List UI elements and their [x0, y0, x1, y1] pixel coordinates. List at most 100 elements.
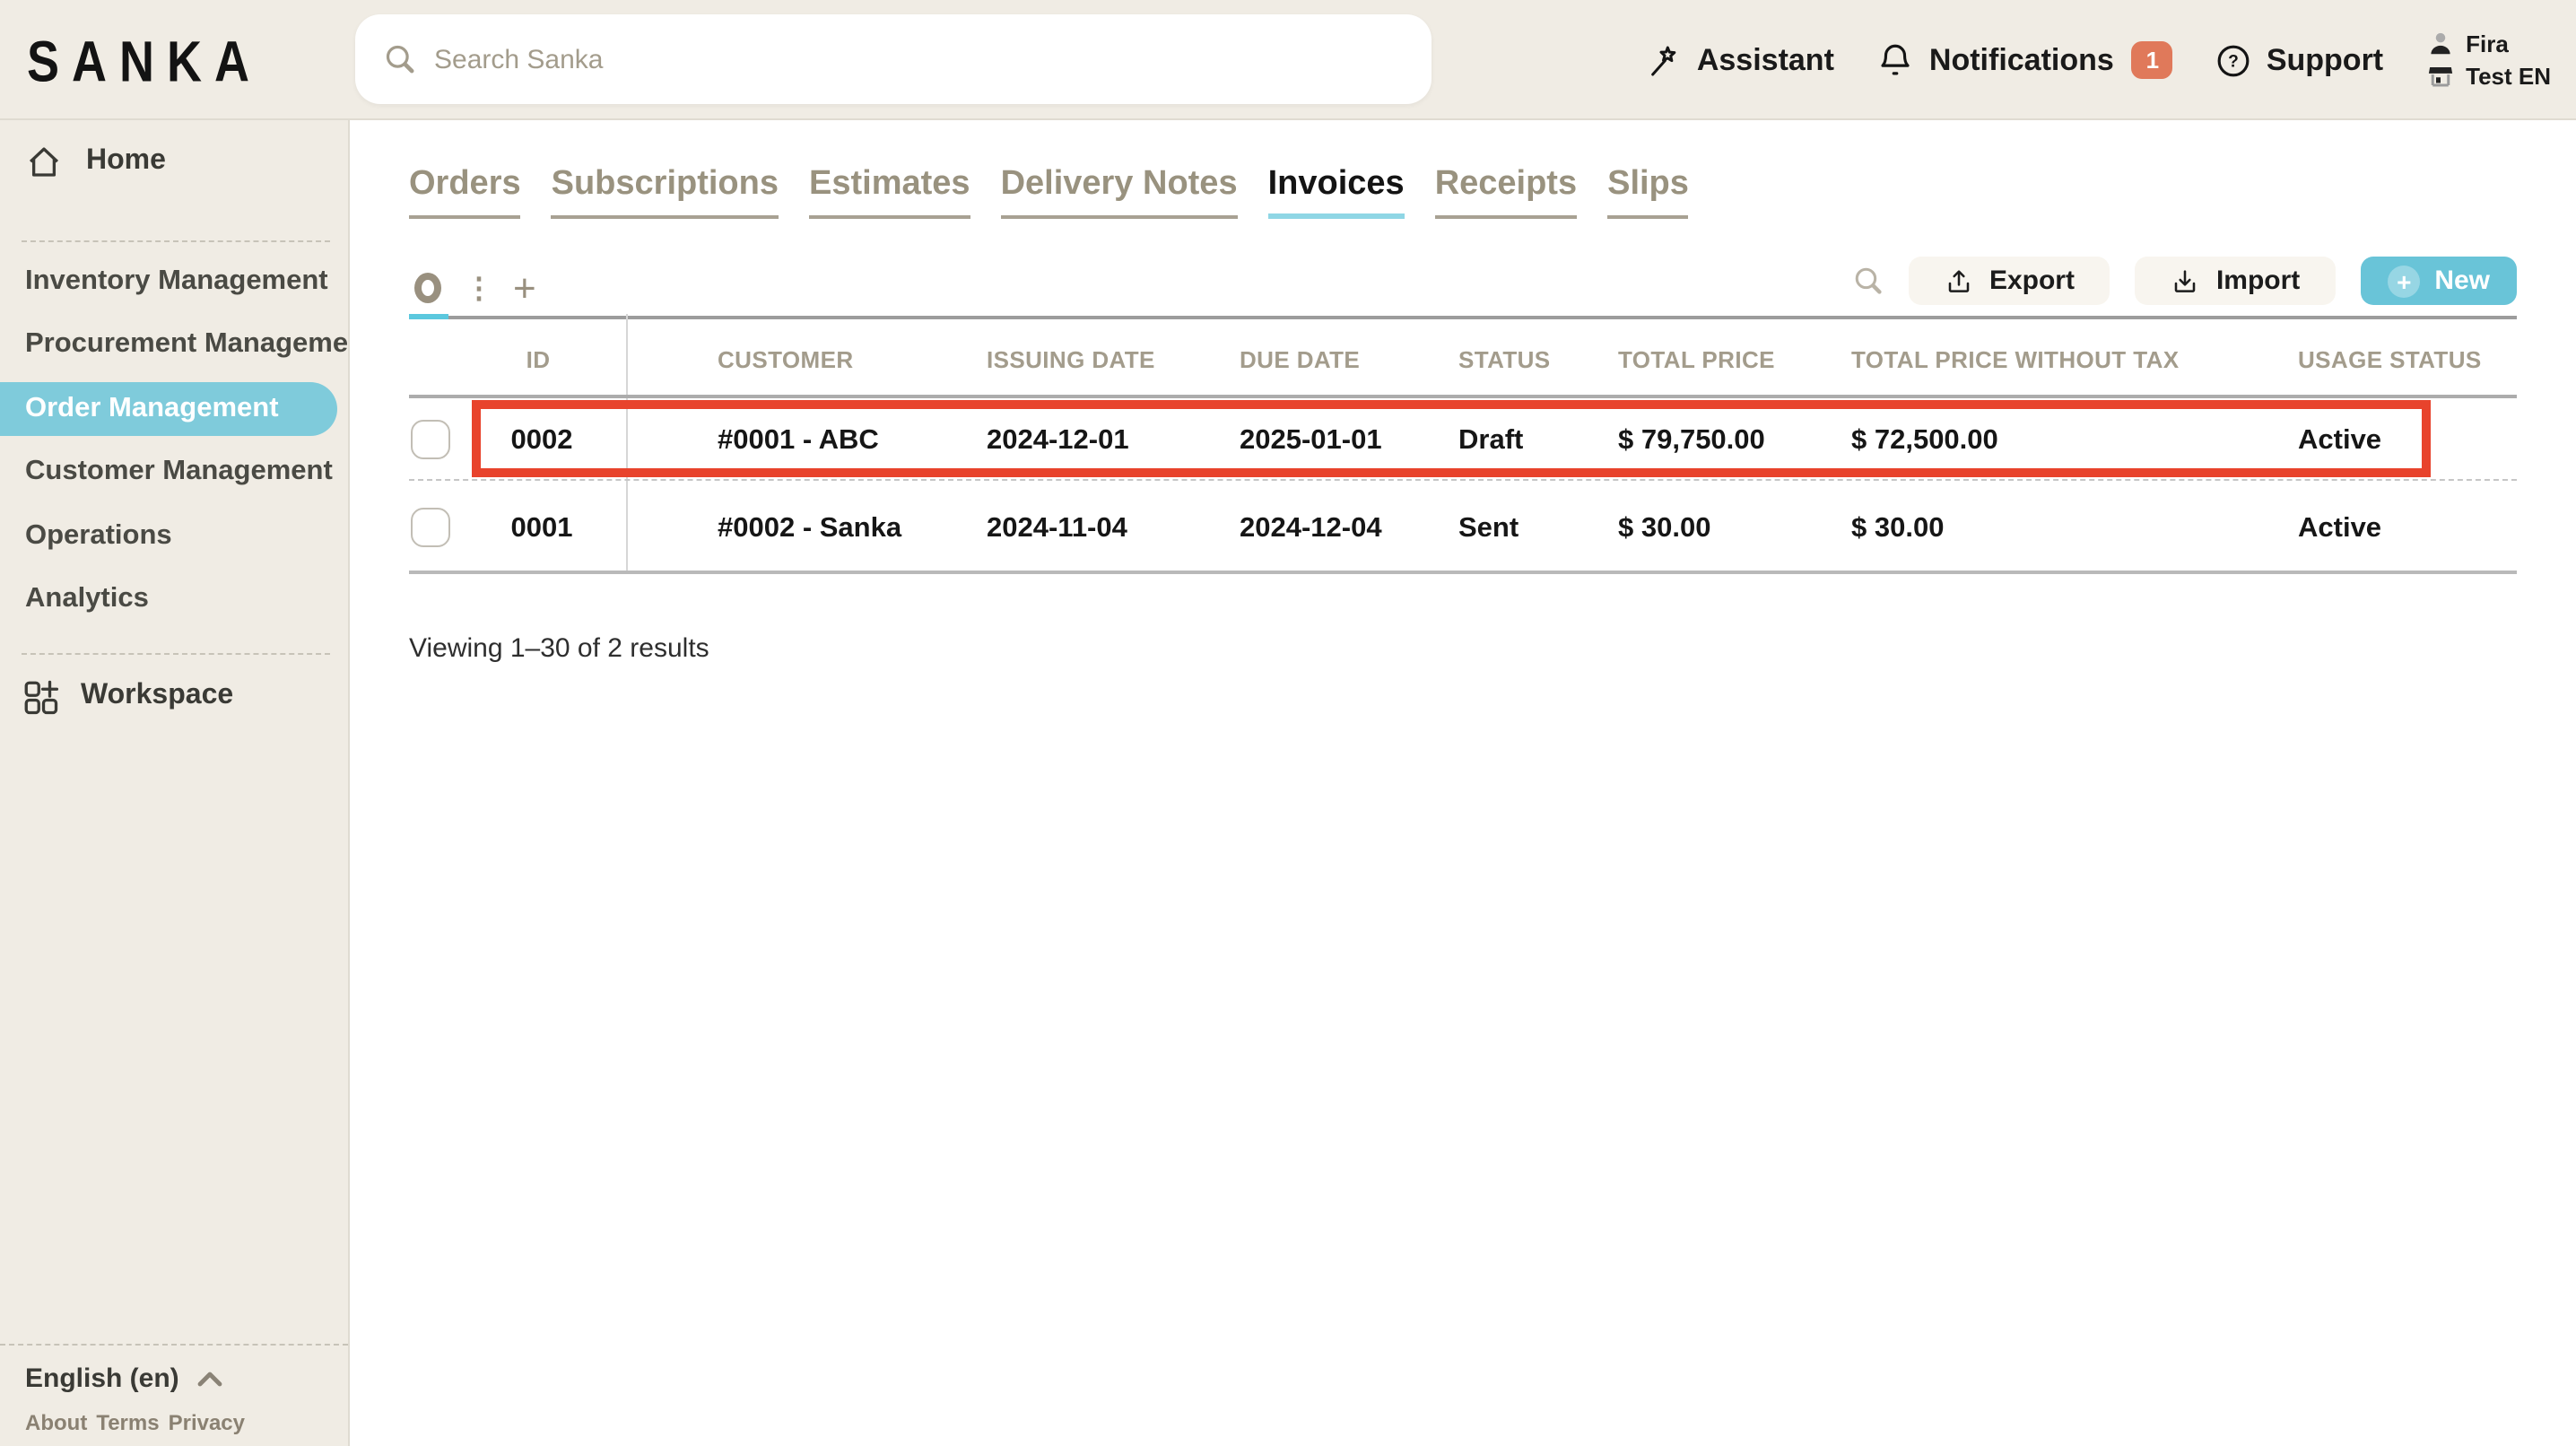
assistant-label: Assistant — [1697, 42, 1834, 78]
app-root: SANKA Assistant Notifications 1 — [0, 0, 2576, 1446]
tab-subscriptions[interactable]: Subscriptions — [552, 165, 779, 219]
cell-issuing-date[interactable]: 2024-12-01 — [987, 425, 1129, 457]
cell-total-price[interactable]: $ 30.00 — [1618, 513, 1710, 545]
sidebar-item-workspace[interactable]: Workspace — [0, 667, 348, 725]
cell-due-date[interactable]: 2024-12-04 — [1240, 513, 1382, 545]
divider — [22, 240, 330, 242]
document-tabs: Orders Subscriptions Estimates Delivery … — [409, 165, 1689, 219]
sidebar-footer: English (en) About Terms Privacy — [0, 1344, 348, 1435]
export-label: Export — [1989, 266, 2075, 296]
home-icon — [25, 143, 63, 180]
export-button[interactable]: Export — [1909, 257, 2110, 305]
column-header-issuing-date: ISSUING DATE — [987, 346, 1155, 373]
search-input[interactable] — [434, 44, 1403, 74]
sidebar: Home Inventory Management Procurement Ma… — [0, 120, 350, 1446]
sidebar-item-home[interactable]: Home — [0, 133, 348, 190]
help-icon: ? — [2216, 42, 2252, 78]
list-toolbar: ⋮ + Export Import — [409, 260, 2517, 319]
search-icon — [384, 43, 416, 75]
cell-customer[interactable]: #0002 - Sanka — [718, 513, 901, 545]
export-icon — [1945, 266, 1973, 295]
notifications-label: Notifications — [1929, 42, 2114, 78]
view-tab-icon[interactable] — [414, 273, 441, 303]
table-bottom-border — [409, 571, 2517, 574]
cell-id[interactable]: 0001 — [511, 513, 573, 545]
sidebar-item-inventory-management[interactable]: Inventory Management — [0, 249, 348, 313]
chevron-up-icon — [197, 1371, 222, 1387]
cell-id[interactable]: 0002 — [511, 425, 573, 457]
cell-status[interactable]: Sent — [1458, 513, 1519, 545]
column-header-customer: CUSTOMER — [718, 346, 854, 373]
cell-total-price-without-tax[interactable]: $ 30.00 — [1851, 513, 1944, 545]
privacy-link[interactable]: Privacy — [169, 1410, 245, 1435]
tab-estimates[interactable]: Estimates — [809, 165, 970, 219]
column-header-due-date: DUE DATE — [1240, 346, 1360, 373]
sidebar-item-procurement-management[interactable]: Procurement Management — [0, 313, 348, 377]
support-label: Support — [2267, 42, 2383, 78]
sidebar-item-customer-management[interactable]: Customer Management — [0, 440, 348, 504]
bell-icon — [1877, 41, 1915, 79]
user-icon — [2426, 30, 2453, 57]
results-summary: Viewing 1–30 of 2 results — [409, 633, 709, 664]
home-label: Home — [86, 145, 166, 178]
toolbar-actions: Export Import + New — [1853, 257, 2517, 305]
sidebar-nav: Inventory Management Procurement Managem… — [0, 249, 348, 632]
tab-receipts[interactable]: Receipts — [1435, 165, 1577, 219]
column-header-status: STATUS — [1458, 346, 1551, 373]
tab-slips[interactable]: Slips — [1607, 165, 1689, 219]
import-button[interactable]: Import — [2136, 257, 2336, 305]
cell-usage-status[interactable]: Active — [2298, 425, 2381, 457]
notifications-badge: 1 — [2132, 41, 2173, 79]
support-button[interactable]: ? Support — [2216, 42, 2383, 78]
tab-invoices[interactable]: Invoices — [1268, 165, 1405, 219]
cell-usage-status[interactable]: Active — [2298, 513, 2381, 545]
active-view-underline — [409, 313, 448, 319]
workspace-name: Test EN — [2466, 63, 2551, 90]
global-search[interactable] — [355, 14, 1432, 104]
brand-logo: SANKA — [27, 30, 262, 96]
new-button[interactable]: + New — [2361, 257, 2517, 305]
row-checkbox[interactable] — [411, 420, 450, 459]
column-header-total-price: TOTAL PRICE — [1618, 346, 1775, 373]
about-link[interactable]: About — [25, 1410, 87, 1435]
cell-total-price[interactable]: $ 79,750.00 — [1618, 425, 1765, 457]
notifications-button[interactable]: Notifications 1 — [1877, 41, 2173, 79]
workspace-label: Workspace — [81, 680, 233, 712]
column-header-id: ID — [527, 346, 551, 373]
wand-icon — [1647, 42, 1683, 78]
header-actions: Assistant Notifications 1 ? Support — [1647, 0, 2551, 120]
terms-link[interactable]: Terms — [96, 1410, 159, 1435]
workspace-store-icon — [2426, 63, 2453, 90]
plus-icon: + — [2388, 265, 2420, 297]
divider — [22, 653, 330, 655]
sidebar-item-order-management[interactable]: Order Management — [0, 382, 337, 436]
user-name: Fira — [2466, 30, 2509, 57]
tab-orders[interactable]: Orders — [409, 165, 521, 219]
main-content: Orders Subscriptions Estimates Delivery … — [350, 120, 2576, 1446]
column-header-total-price-without-tax: TOTAL PRICE WITHOUT TAX — [1851, 346, 2180, 373]
language-label: English (en) — [25, 1363, 179, 1394]
user-menu[interactable]: Fira Test EN — [2426, 30, 2551, 90]
language-selector[interactable]: English (en) — [25, 1363, 323, 1394]
sidebar-item-operations[interactable]: Operations — [0, 504, 348, 568]
import-icon — [2171, 266, 2200, 295]
cell-issuing-date[interactable]: 2024-11-04 — [987, 513, 1127, 545]
cell-due-date[interactable]: 2025-01-01 — [1240, 425, 1382, 457]
column-header-usage-status: USAGE STATUS — [2298, 346, 2482, 373]
row-checkbox[interactable] — [411, 508, 450, 547]
cell-status[interactable]: Draft — [1458, 425, 1523, 457]
table-search-icon[interactable] — [1853, 266, 1884, 296]
table-top-border — [409, 395, 2517, 398]
cell-total-price-without-tax[interactable]: $ 72,500.00 — [1851, 425, 1998, 457]
assistant-button[interactable]: Assistant — [1647, 42, 1834, 78]
row-divider — [409, 479, 2517, 481]
tab-delivery-notes[interactable]: Delivery Notes — [1001, 165, 1238, 219]
top-bar: SANKA Assistant Notifications 1 — [0, 0, 2576, 120]
import-label: Import — [2216, 266, 2300, 296]
more-options-icon[interactable]: ⋮ — [465, 276, 493, 305]
workspace-grid-icon — [22, 677, 59, 715]
svg-text:?: ? — [2229, 52, 2240, 71]
cell-customer[interactable]: #0001 - ABC — [718, 425, 879, 457]
sidebar-item-analytics[interactable]: Analytics — [0, 568, 348, 632]
add-view-icon[interactable]: + — [513, 269, 536, 309]
